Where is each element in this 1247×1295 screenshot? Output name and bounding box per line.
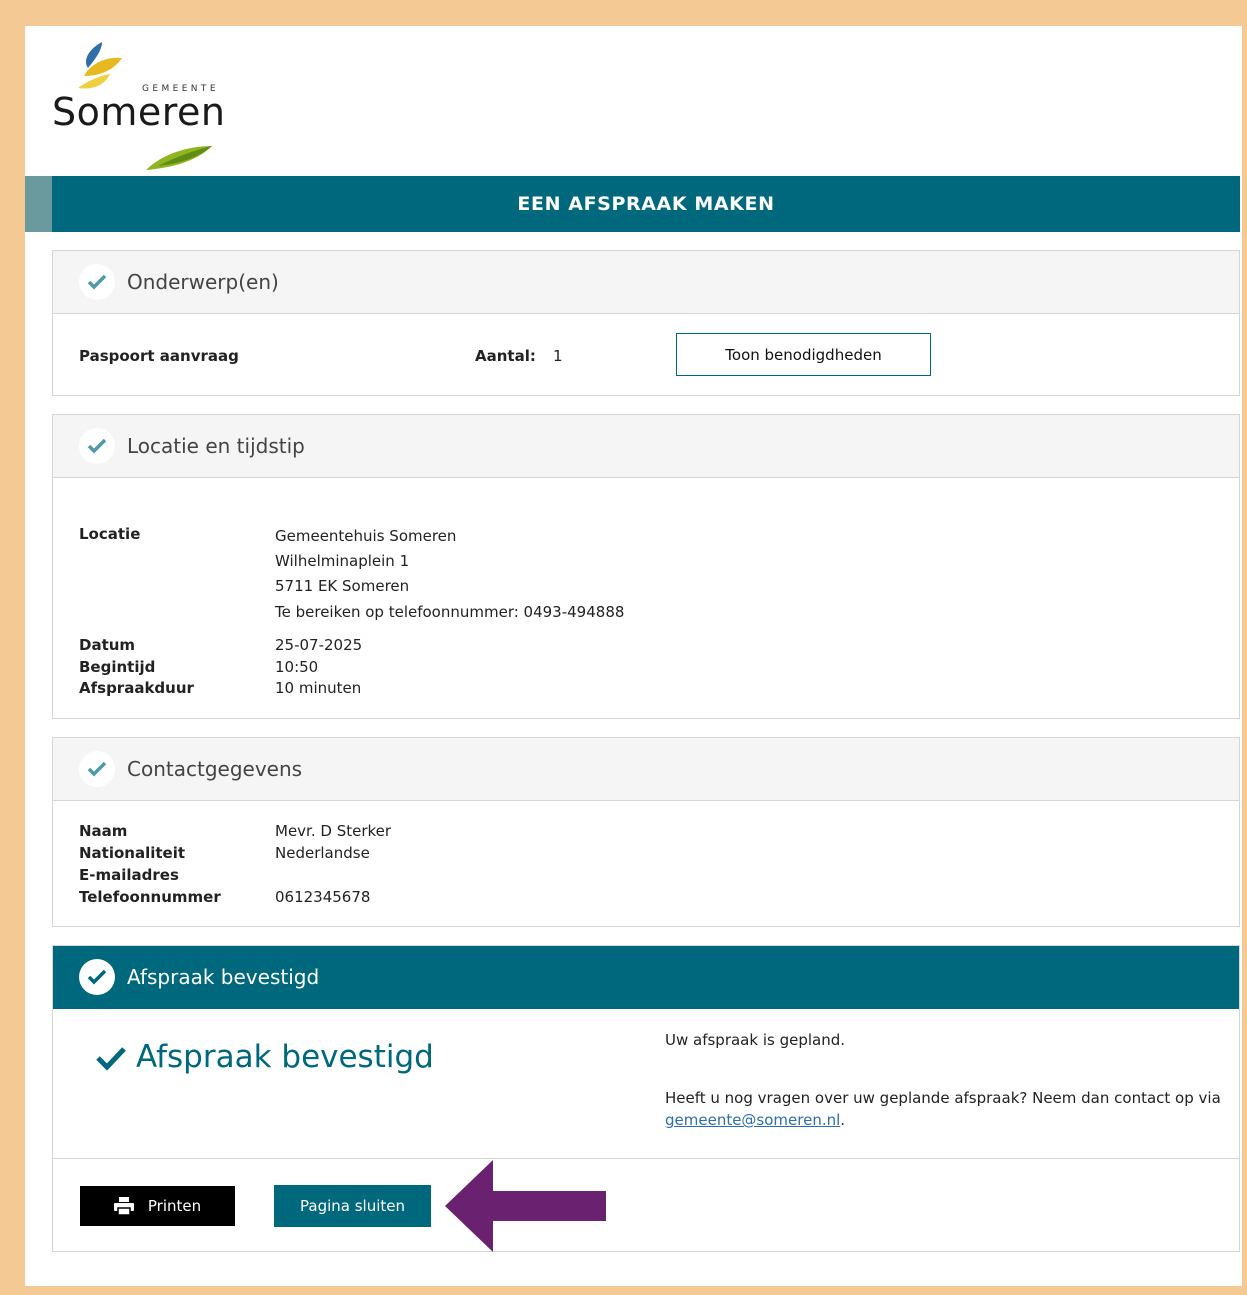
- actions-bar: Printen Pagina sluiten: [53, 1159, 1239, 1251]
- section-heading: Locatie en tijdstip: [127, 434, 305, 458]
- phone-label: Telefoonnummer: [79, 888, 221, 906]
- section-body: Paspoort aanvraag Aantal: 1 Toon benodig…: [53, 314, 1239, 396]
- logo-leaf-icon: [78, 42, 122, 89]
- count-label: Aantal:: [475, 347, 536, 365]
- subject-label: Paspoort aanvraag: [79, 347, 239, 365]
- check-icon: [79, 751, 115, 787]
- phone-value: 0612345678: [275, 888, 371, 906]
- check-icon: [79, 959, 115, 995]
- section-heading: Contactgegevens: [127, 757, 303, 781]
- date-label: Datum: [79, 636, 136, 654]
- email-link[interactable]: gemeente@someren.nl: [665, 1111, 840, 1129]
- page-title: EEN AFSPRAAK MAKEN: [517, 193, 775, 215]
- logo-leaf-bottom-icon: [146, 146, 212, 170]
- name-value: Mevr. D Sterker: [275, 822, 392, 840]
- section-contact: Contactgegevens Naam Mevr. D Sterker Nat…: [52, 737, 1240, 927]
- check-icon: [96, 1047, 126, 1071]
- address-line: 5711 EK Someren: [275, 577, 410, 595]
- section-onderwerp: Onderwerp(en) Paspoort aanvraag Aantal: …: [52, 250, 1240, 396]
- count-value: 1: [553, 347, 563, 365]
- confirmation-message: Uw afspraak is gepland.: [665, 1031, 846, 1049]
- section-heading: Afspraak bevestigd: [127, 965, 320, 989]
- title-bar: EEN AFSPRAAK MAKEN: [25, 176, 1240, 232]
- address-line: Gemeentehuis Someren: [275, 527, 457, 545]
- section-confirmed: Afspraak bevestigd Afspraak bevestigd Uw…: [52, 945, 1240, 1252]
- page: GEMEENTE Someren EEN AFSPRAAK MAKEN Onde…: [25, 26, 1242, 1286]
- arrow-left-icon: [445, 1160, 606, 1252]
- show-requirements-button[interactable]: Toon benodigdheden: [676, 333, 931, 376]
- help-text-prefix: Heeft u nog vragen over uw geplande afsp…: [665, 1089, 1221, 1107]
- email-label: E-mailadres: [79, 866, 179, 884]
- title-bar-accent: [25, 176, 52, 232]
- name-label: Naam: [79, 822, 128, 840]
- section-body: Locatie Gemeentehuis Someren Wilhelminap…: [53, 478, 1239, 718]
- start-time-label: Begintijd: [79, 658, 156, 676]
- print-button-label: Printen: [147, 1197, 202, 1215]
- section-header-locatie: Locatie en tijdstip: [53, 415, 1239, 478]
- nationality-label: Nationaliteit: [79, 844, 186, 862]
- printer-icon: [113, 1197, 134, 1215]
- logo-name: Someren: [52, 90, 226, 134]
- logo: GEMEENTE Someren: [52, 40, 225, 170]
- duration-label: Afspraakduur: [79, 679, 194, 697]
- close-page-button[interactable]: Pagina sluiten: [274, 1185, 431, 1227]
- check-icon: [79, 264, 115, 300]
- section-body: Naam Mevr. D Sterker Nationaliteit Neder…: [53, 801, 1239, 927]
- confirmation-title: Afspraak bevestigd: [136, 1039, 434, 1075]
- address-line: Wilhelminaplein 1: [275, 552, 410, 570]
- duration-value: 10 minuten: [275, 679, 362, 697]
- start-time-value: 10:50: [275, 658, 319, 676]
- check-icon: [79, 428, 115, 464]
- confirmation-help-text: Heeft u nog vragen over uw geplande afsp…: [665, 1087, 1225, 1131]
- address-line: Te bereiken op telefoonnummer: 0493-4948…: [275, 603, 625, 621]
- confirmation-body: Afspraak bevestigd Uw afspraak is geplan…: [53, 1009, 1239, 1159]
- section-header-confirmed: Afspraak bevestigd: [53, 946, 1239, 1009]
- section-header-contact: Contactgegevens: [53, 738, 1239, 801]
- date-value: 25-07-2025: [275, 636, 363, 654]
- section-locatie: Locatie en tijdstip Locatie Gemeentehuis…: [52, 414, 1240, 719]
- section-heading: Onderwerp(en): [127, 270, 279, 294]
- section-header-onderwerp: Onderwerp(en): [53, 251, 1239, 314]
- nationality-value: Nederlandse: [275, 844, 370, 862]
- help-text-suffix: .: [840, 1111, 846, 1129]
- print-button[interactable]: Printen: [80, 1186, 235, 1226]
- location-label: Locatie: [79, 525, 141, 543]
